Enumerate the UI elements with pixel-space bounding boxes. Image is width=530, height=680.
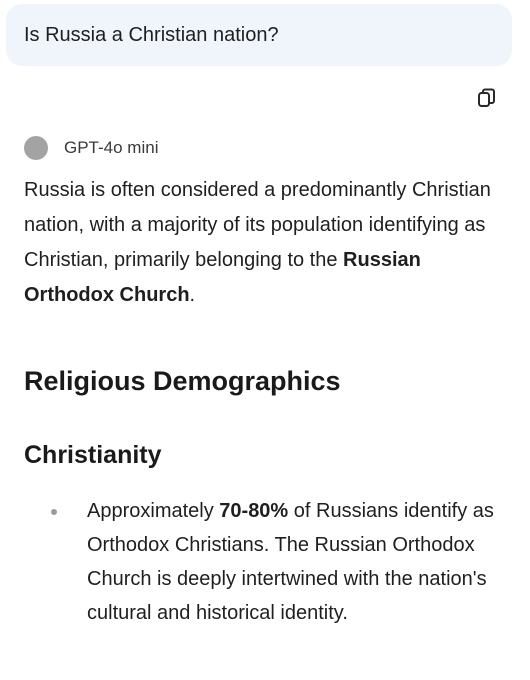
- user-message-text: Is Russia a Christian nation?: [24, 23, 279, 46]
- chat-page: Is Russia a Christian nation? GPT-4o min…: [0, 0, 530, 680]
- copy-button[interactable]: [473, 84, 501, 112]
- model-name: GPT-4o mini: [64, 138, 159, 157]
- model-avatar: [24, 136, 48, 160]
- bullet-list: Approximately 70-80% of Russians identif…: [24, 494, 514, 630]
- list-item-text: Approximately 70-80% of Russians identif…: [87, 494, 514, 630]
- answer-intro-text: Russia is often considered a predominant…: [24, 179, 491, 271]
- section-heading: Religious Demographics: [24, 366, 341, 396]
- answer-intro-suffix: .: [189, 284, 196, 306]
- bullet-icon: [51, 509, 57, 515]
- subsection-heading: Christianity: [24, 441, 162, 469]
- user-message-bubble: Is Russia a Christian nation?: [6, 4, 512, 66]
- answer-intro: Russia is often considered a predominant…: [24, 173, 514, 313]
- list-item: Approximately 70-80% of Russians identif…: [24, 494, 514, 630]
- list-item-bold: 70-80%: [219, 500, 289, 522]
- model-header: GPT-4o mini: [24, 136, 158, 160]
- copy-icon: [478, 88, 495, 107]
- list-item-prefix: Approximately: [87, 500, 220, 522]
